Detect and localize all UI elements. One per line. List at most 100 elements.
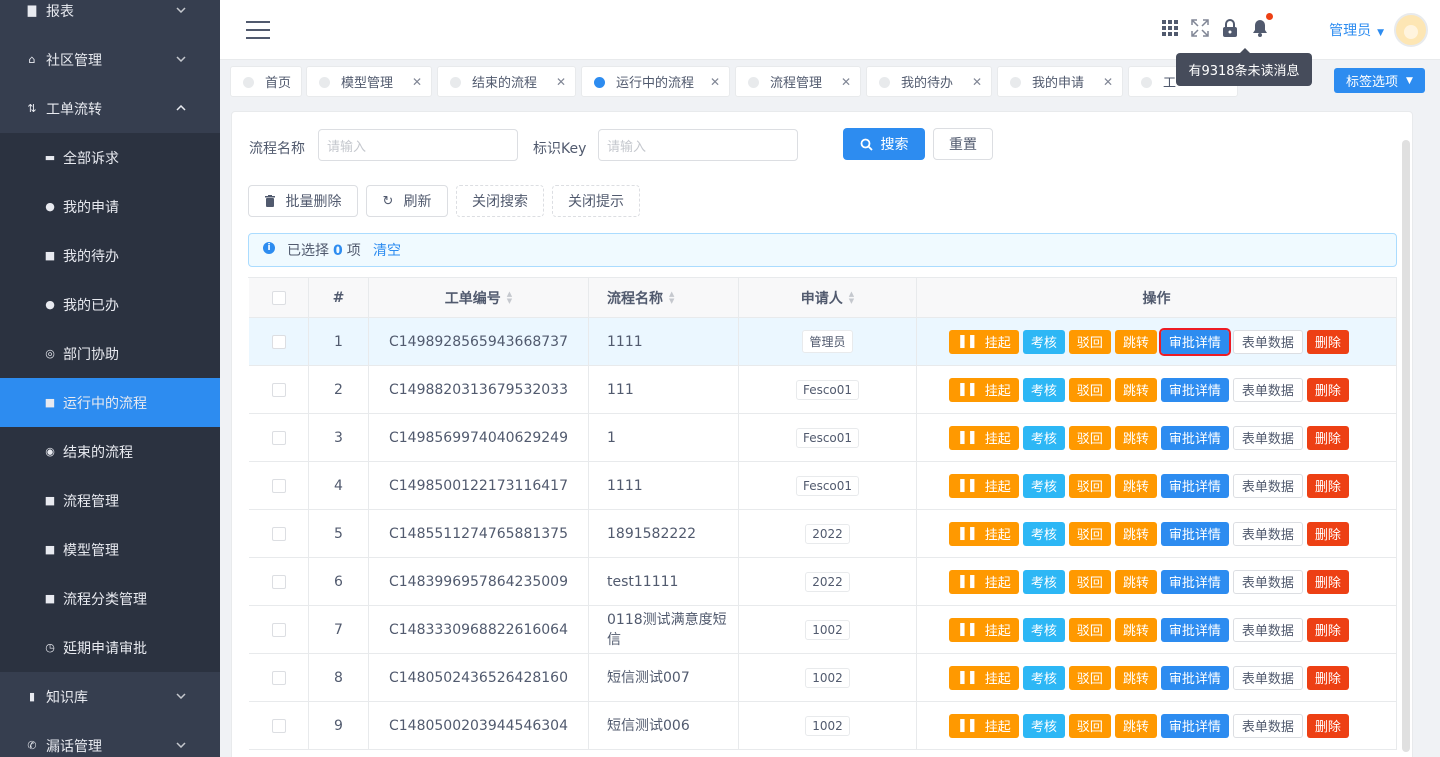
tab-4[interactable]: 流程管理 ✕	[735, 66, 861, 97]
tab-6[interactable]: 我的申请 ✕	[997, 66, 1123, 97]
process-name-input[interactable]: 请输入	[318, 129, 518, 161]
close-search-button[interactable]: 关闭搜索	[456, 185, 544, 217]
sidebar-item-13[interactable]: ◷ 延期申请审批	[0, 623, 220, 672]
form-data-button[interactable]: 表单数据	[1232, 329, 1303, 354]
assess-button[interactable]: 考核	[1022, 329, 1065, 354]
sort-icon[interactable]: ▲ ▼	[669, 290, 674, 305]
assess-button[interactable]: 考核	[1022, 425, 1065, 450]
row-checkbox[interactable]	[271, 526, 286, 541]
sidebar-item-9[interactable]: ◉ 结束的流程	[0, 427, 220, 476]
sidebar-item-15[interactable]: ✆ 漏话管理	[0, 721, 220, 757]
tab-1[interactable]: 模型管理 ✕	[306, 66, 432, 97]
close-icon[interactable]: ✕	[412, 75, 422, 89]
bell-icon[interactable]	[1250, 13, 1273, 38]
tag-options-button[interactable]: 标签选项 ▼	[1334, 68, 1425, 93]
row-checkbox[interactable]	[271, 622, 286, 637]
sidebar-item-3[interactable]: ▬ 全部诉求	[0, 133, 220, 182]
assess-button[interactable]: 考核	[1022, 473, 1065, 498]
reject-button[interactable]: 驳回	[1068, 665, 1111, 690]
assess-button[interactable]: 考核	[1022, 617, 1065, 642]
jump-button[interactable]: 跳转	[1114, 425, 1157, 450]
suspend-button[interactable]: ❚❚ 挂起	[949, 521, 1019, 546]
delete-button[interactable]: 删除	[1306, 713, 1349, 738]
search-button[interactable]: 搜索	[843, 128, 925, 160]
jump-button[interactable]: 跳转	[1114, 329, 1157, 354]
jump-button[interactable]: 跳转	[1114, 617, 1157, 642]
fullscreen-icon[interactable]	[1190, 18, 1210, 38]
lock-icon[interactable]	[1220, 18, 1240, 38]
close-icon[interactable]: ✕	[841, 75, 851, 89]
delete-button[interactable]: 删除	[1306, 569, 1349, 594]
form-data-button[interactable]: 表单数据	[1232, 569, 1303, 594]
delete-button[interactable]: 删除	[1306, 473, 1349, 498]
approval-detail-button[interactable]: 审批详情	[1160, 425, 1229, 450]
reject-button[interactable]: 驳回	[1068, 377, 1111, 402]
approval-detail-button[interactable]: 审批详情	[1160, 521, 1229, 546]
reject-button[interactable]: 驳回	[1068, 425, 1111, 450]
user-menu[interactable]: 管理员 ▼	[1329, 20, 1384, 40]
jump-button[interactable]: 跳转	[1114, 665, 1157, 690]
suspend-button[interactable]: ❚❚ 挂起	[949, 665, 1019, 690]
refresh-button[interactable]: ↻ 刷新	[366, 185, 448, 217]
row-checkbox[interactable]	[271, 670, 286, 685]
close-icon[interactable]: ✕	[556, 75, 566, 89]
approval-detail-button[interactable]: 审批详情	[1160, 473, 1229, 498]
suspend-button[interactable]: ❚❚ 挂起	[949, 425, 1019, 450]
approval-detail-button[interactable]: 审批详情	[1160, 617, 1229, 642]
reject-button[interactable]: 驳回	[1068, 329, 1111, 354]
tab-5[interactable]: 我的待办 ✕	[866, 66, 992, 97]
sort-icon[interactable]: ▲ ▼	[507, 290, 512, 305]
form-data-button[interactable]: 表单数据	[1232, 425, 1303, 450]
row-checkbox[interactable]	[271, 574, 286, 589]
sidebar-item-10[interactable]: ■ 流程管理	[0, 476, 220, 525]
delete-button[interactable]: 删除	[1306, 377, 1349, 402]
sidebar-item-1[interactable]: ⌂ 社区管理	[0, 35, 220, 84]
delete-button[interactable]: 删除	[1306, 425, 1349, 450]
row-checkbox[interactable]	[271, 718, 286, 733]
jump-button[interactable]: 跳转	[1114, 713, 1157, 738]
apps-grid-icon[interactable]	[1160, 18, 1180, 38]
jump-button[interactable]: 跳转	[1114, 569, 1157, 594]
form-data-button[interactable]: 表单数据	[1232, 377, 1303, 402]
row-checkbox[interactable]	[271, 382, 286, 397]
reject-button[interactable]: 驳回	[1068, 473, 1111, 498]
reject-button[interactable]: 驳回	[1068, 569, 1111, 594]
close-icon[interactable]: ✕	[710, 75, 720, 89]
form-data-button[interactable]: 表单数据	[1232, 521, 1303, 546]
delete-button[interactable]: 删除	[1306, 329, 1349, 354]
sidebar-item-0[interactable]: ▇ 报表	[0, 0, 220, 35]
approval-detail-button[interactable]: 审批详情	[1160, 377, 1229, 402]
close-tip-button[interactable]: 关闭提示	[552, 185, 640, 217]
clear-selection-link[interactable]: 清空	[373, 240, 401, 260]
suspend-button[interactable]: ❚❚ 挂起	[949, 617, 1019, 642]
menu-toggle-icon[interactable]	[246, 21, 270, 39]
delete-button[interactable]: 删除	[1306, 617, 1349, 642]
sidebar-item-12[interactable]: ■ 流程分类管理	[0, 574, 220, 623]
batch-delete-button[interactable]: 批量删除	[248, 185, 358, 217]
reject-button[interactable]: 驳回	[1068, 521, 1111, 546]
assess-button[interactable]: 考核	[1022, 521, 1065, 546]
suspend-button[interactable]: ❚❚ 挂起	[949, 713, 1019, 738]
jump-button[interactable]: 跳转	[1114, 473, 1157, 498]
sidebar-item-4[interactable]: ● 我的申请	[0, 182, 220, 231]
reject-button[interactable]: 驳回	[1068, 617, 1111, 642]
suspend-button[interactable]: ❚❚ 挂起	[949, 569, 1019, 594]
delete-button[interactable]: 删除	[1306, 521, 1349, 546]
row-checkbox[interactable]	[271, 430, 286, 445]
suspend-button[interactable]: ❚❚ 挂起	[949, 473, 1019, 498]
sidebar-item-8[interactable]: ■ 运行中的流程	[0, 378, 220, 427]
assess-button[interactable]: 考核	[1022, 377, 1065, 402]
form-data-button[interactable]: 表单数据	[1232, 665, 1303, 690]
row-checkbox[interactable]	[271, 334, 286, 349]
sidebar-item-6[interactable]: ● 我的已办	[0, 280, 220, 329]
sidebar-item-14[interactable]: ▮ 知识库	[0, 672, 220, 721]
delete-button[interactable]: 删除	[1306, 665, 1349, 690]
approval-detail-button[interactable]: 审批详情	[1160, 713, 1229, 738]
avatar[interactable]	[1394, 13, 1428, 47]
jump-button[interactable]: 跳转	[1114, 377, 1157, 402]
sidebar-item-11[interactable]: ■ 模型管理	[0, 525, 220, 574]
tab-2[interactable]: 结束的流程 ✕	[437, 66, 576, 97]
sort-icon[interactable]: ▲ ▼	[849, 290, 854, 305]
approval-detail-button[interactable]: 审批详情	[1160, 569, 1229, 594]
suspend-button[interactable]: ❚❚ 挂起	[949, 377, 1019, 402]
